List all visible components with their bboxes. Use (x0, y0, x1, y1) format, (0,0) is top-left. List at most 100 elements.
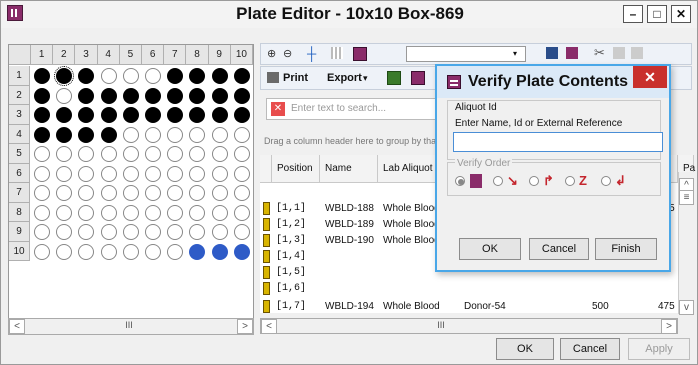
plate-well[interactable] (100, 107, 117, 123)
plate-well[interactable] (233, 107, 250, 123)
plate-well[interactable] (167, 204, 184, 221)
plate-well[interactable] (34, 126, 50, 143)
row-header[interactable]: 7 (9, 183, 30, 203)
cut-icon[interactable]: ✂ (594, 45, 605, 61)
plate-well[interactable] (167, 68, 184, 84)
plate-well[interactable] (78, 185, 95, 201)
plate-well[interactable] (56, 185, 73, 201)
column-header[interactable]: 3 (75, 45, 98, 65)
plate-well[interactable] (211, 204, 228, 221)
plate-well[interactable] (233, 87, 250, 104)
plate-well[interactable] (78, 165, 95, 182)
plate-well[interactable] (167, 243, 184, 260)
close-button[interactable]: ✕ (671, 5, 691, 23)
dialog-close-button[interactable]: ✕ (633, 66, 667, 88)
plate-well[interactable] (211, 165, 228, 182)
plate-well[interactable] (233, 68, 250, 84)
plate-well[interactable] (233, 185, 250, 201)
plate-well[interactable] (34, 224, 50, 240)
plate-well[interactable] (122, 165, 139, 182)
scroll-right-arrow[interactable]: > (237, 319, 253, 334)
row-header[interactable]: 9 (9, 222, 30, 242)
plate-well[interactable] (56, 126, 73, 143)
plate-horizontal-scrollbar[interactable]: < III > (8, 318, 254, 335)
plate-well[interactable] (211, 243, 228, 260)
plate-well[interactable] (100, 146, 117, 162)
plate-well[interactable] (145, 224, 161, 240)
header-position[interactable]: Position (272, 155, 320, 183)
plate-well[interactable] (100, 224, 117, 240)
plate-well[interactable] (145, 146, 161, 162)
dialog-cancel-button[interactable]: Cancel (529, 238, 589, 260)
order-radio-1[interactable] (455, 176, 465, 186)
plate-well[interactable] (189, 204, 206, 221)
plate-well[interactable] (145, 185, 161, 201)
plate-well[interactable] (122, 204, 139, 221)
row-header[interactable]: 3 (9, 105, 30, 125)
plate-well[interactable] (34, 243, 50, 260)
order-radio-5[interactable] (601, 176, 611, 186)
plate-well[interactable] (167, 224, 184, 240)
grid-scroll-right-arrow[interactable]: > (661, 319, 677, 334)
layout-icon[interactable] (411, 71, 425, 85)
plate-well[interactable] (189, 185, 206, 201)
plate-well[interactable] (56, 146, 73, 162)
plate-well[interactable] (122, 107, 139, 123)
plate-well[interactable] (100, 185, 117, 201)
row-header[interactable]: 8 (9, 202, 30, 222)
column-header[interactable]: 7 (164, 45, 187, 65)
plate-well[interactable] (78, 68, 95, 84)
order-radio-2[interactable] (493, 176, 503, 186)
scroll-thumb[interactable]: III (119, 320, 139, 333)
plate-well[interactable] (56, 107, 73, 123)
plate-well[interactable] (145, 204, 161, 221)
plate-layout-icon[interactable] (353, 47, 367, 61)
plate-well[interactable] (34, 146, 50, 162)
chevron-down-icon[interactable]: ▾ (513, 48, 523, 60)
plate-well[interactable] (233, 224, 250, 240)
dialog-ok-button[interactable]: OK (459, 238, 521, 260)
column-header[interactable]: 8 (186, 45, 209, 65)
settings-grid-icon[interactable] (566, 47, 578, 59)
plate-well[interactable] (34, 107, 50, 123)
column-header[interactable]: 2 (53, 45, 76, 65)
plate-well[interactable] (122, 243, 139, 260)
row-header[interactable]: 6 (9, 163, 30, 183)
plate-well[interactable] (34, 87, 50, 104)
plate-well[interactable] (189, 68, 206, 84)
print-button[interactable]: Print (267, 69, 319, 87)
plate-well[interactable] (78, 224, 95, 240)
order-radio-4[interactable] (565, 176, 575, 186)
plate-well[interactable] (189, 126, 206, 143)
table-icon[interactable] (546, 47, 558, 59)
scroll-thumb-vertical[interactable]: ≡ (679, 190, 694, 205)
plate-well[interactable] (122, 68, 139, 84)
toolbar-combobox[interactable]: ▾ (406, 46, 526, 62)
plate-well[interactable] (233, 146, 250, 162)
maximize-button[interactable]: □ (647, 5, 667, 23)
plate-well[interactable] (34, 68, 50, 84)
plate-well[interactable] (145, 107, 161, 123)
plate-well[interactable] (122, 87, 139, 104)
plate-well[interactable] (78, 243, 95, 260)
plate-well[interactable] (100, 87, 117, 104)
row-header[interactable]: 4 (9, 124, 30, 144)
plate-well[interactable] (100, 68, 117, 84)
plate-well[interactable] (211, 224, 228, 240)
plate-well[interactable] (167, 126, 184, 143)
zoom-in-icon[interactable]: ⊕ (267, 47, 276, 60)
header-lab-aliquot-type[interactable]: Lab Aliquot T (378, 155, 440, 202)
plate-well[interactable] (34, 204, 50, 221)
row-header[interactable]: 1 (9, 66, 30, 86)
table-row[interactable]: [1,6] (260, 280, 678, 297)
column-header[interactable]: 4 (97, 45, 120, 65)
column-header[interactable]: 9 (208, 45, 231, 65)
plate-well[interactable] (211, 68, 228, 84)
plate-well[interactable] (145, 68, 161, 84)
plate-well[interactable] (167, 165, 184, 182)
copy-icon[interactable] (613, 47, 625, 59)
plate-well[interactable] (167, 107, 184, 123)
column-header[interactable]: 5 (119, 45, 142, 65)
plate-well[interactable] (78, 107, 95, 123)
plate-well[interactable] (211, 185, 228, 201)
